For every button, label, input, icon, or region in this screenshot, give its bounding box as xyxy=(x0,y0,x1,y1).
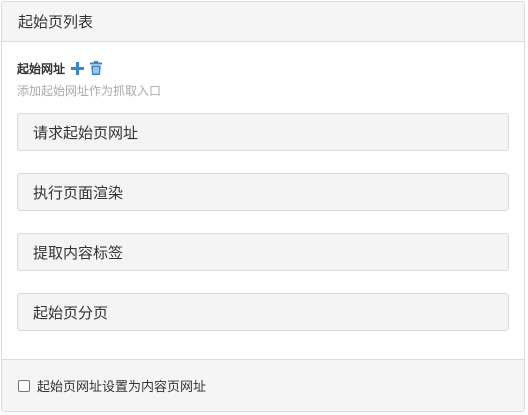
panel-header: 起始页列表 xyxy=(2,2,524,42)
field-label-row: 起始网址 xyxy=(17,58,509,78)
checkbox-label[interactable]: 起始页网址设置为内容页网址 xyxy=(37,376,206,395)
list-item-extract-tags[interactable]: 提取内容标签 xyxy=(17,233,509,271)
panel-footer: 起始页网址设置为内容页网址 xyxy=(2,359,524,411)
set-as-content-url-checkbox[interactable] xyxy=(18,379,30,392)
list-item-label: 请求起始页网址 xyxy=(33,123,139,142)
panel-title: 起始页列表 xyxy=(18,13,94,31)
plus-icon[interactable] xyxy=(69,60,85,76)
item-list: 请求起始页网址 执行页面渲染 提取内容标签 起始页分页 xyxy=(17,113,509,331)
list-item-label: 提取内容标签 xyxy=(33,243,124,262)
list-item-start-pagination[interactable]: 起始页分页 xyxy=(17,293,509,331)
start-page-list-panel: 起始页列表 起始网址 添加起始网址作为抓取入口 请求起始页网址 执行页面渲染 提… xyxy=(1,1,525,412)
trash-icon[interactable] xyxy=(88,60,104,76)
list-item-label: 执行页面渲染 xyxy=(33,183,124,202)
help-text: 添加起始网址作为抓取入口 xyxy=(17,84,162,98)
list-item-label: 起始页分页 xyxy=(33,303,109,322)
field-label: 起始网址 xyxy=(17,61,66,76)
panel-body: 起始网址 添加起始网址作为抓取入口 请求起始页网址 执行页面渲染 提取内容标签 … xyxy=(2,42,524,360)
list-item-request-start-url[interactable]: 请求起始页网址 xyxy=(17,113,509,151)
list-item-render-page[interactable]: 执行页面渲染 xyxy=(17,173,509,211)
